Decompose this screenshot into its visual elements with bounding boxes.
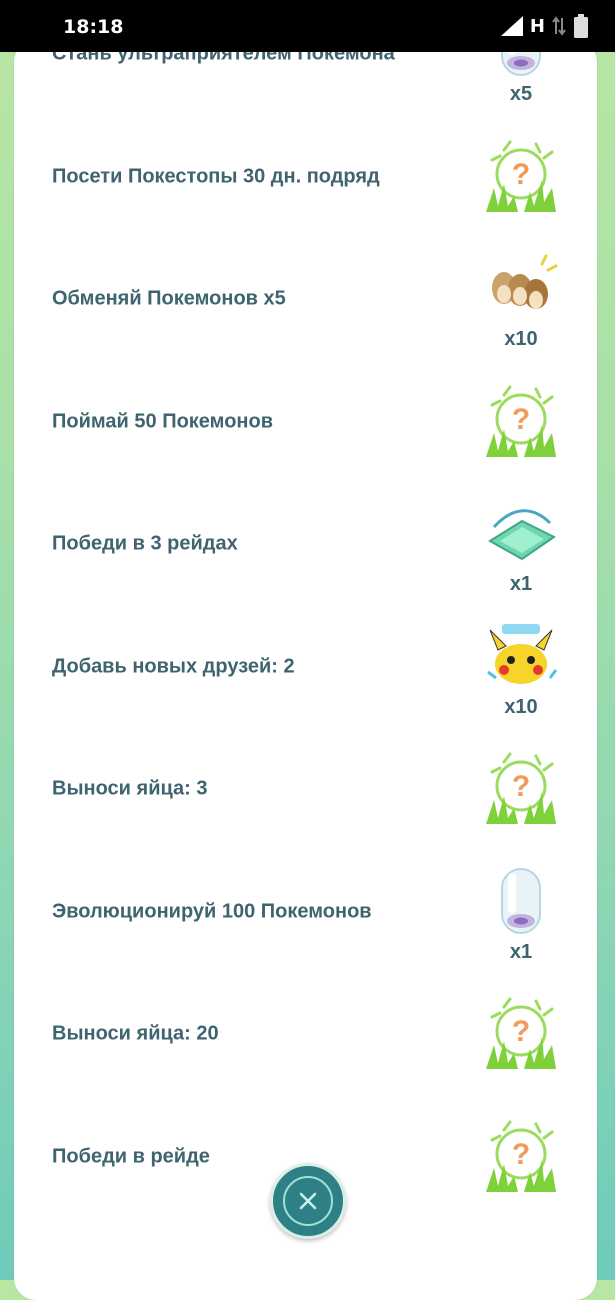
mystery-grass-icon: ? [486, 385, 556, 457]
data-transfer-icon [552, 16, 566, 36]
incubator-icon [501, 867, 541, 934]
task-label: Выноси яйца: 3 [52, 777, 208, 800]
status-bar: 18:18 H [0, 0, 615, 52]
task-reward: x10 [480, 606, 562, 728]
reward-count: x1 [509, 940, 533, 963]
task-row[interactable]: Эволюционируй 100 Покемонов x1 [14, 851, 597, 973]
status-icons: H [500, 14, 589, 38]
status-time: 18:18 [63, 16, 124, 38]
task-label: Победи в 3 рейдах [52, 532, 238, 555]
mystery-grass-icon: ? [486, 1120, 556, 1192]
reward-count: x1 [509, 573, 533, 595]
task-label: Поймай 50 Покемонов [52, 410, 273, 432]
task-reward: x1 [480, 851, 562, 973]
task-row[interactable]: Победи в 3 рейдах x1 [14, 483, 597, 605]
mystery-grass-icon: ? [486, 140, 556, 212]
network-type: H [529, 15, 545, 37]
task-list-card[interactable]: Стань ультраприятелем Покемона x5 Посети … [14, 10, 597, 1300]
raid-pass-icon [488, 509, 556, 561]
task-label: Посети Покестопы 30 дн. подряд [52, 165, 380, 187]
svg-text:?: ? [512, 1138, 530, 1171]
task-row[interactable]: Выноси яйца: 20 ? [14, 973, 597, 1095]
close-icon [299, 1192, 317, 1210]
battery-icon [574, 14, 588, 38]
task-reward: ? [480, 361, 562, 483]
task-row[interactable]: Поймай 50 Покемонов ? [14, 361, 597, 483]
task-label: Победи в рейде [52, 1145, 210, 1167]
svg-text:?: ? [512, 403, 530, 436]
signal-icon [500, 16, 523, 36]
task-label: Выноси яйца: 20 [52, 1022, 219, 1045]
reward-count: x10 [504, 328, 538, 350]
task-row[interactable]: Обменяй Покемонов x5 x10 [14, 238, 597, 360]
svg-text:?: ? [512, 770, 530, 803]
task-reward: ? [480, 116, 562, 238]
task-row[interactable]: Посети Покестопы 30 дн. подряд ? [14, 116, 597, 238]
task-label: Добавь новых друзей: 2 [52, 655, 295, 677]
task-label: Эволюционируй 100 Покемонов [52, 900, 372, 922]
reward-count: x5 [509, 83, 533, 105]
mystery-grass-icon: ? [486, 997, 556, 1069]
task-reward: ? [480, 728, 562, 850]
task-row[interactable]: Выноси яйца: 3 ? [14, 728, 597, 850]
close-button[interactable] [270, 1163, 346, 1239]
task-reward: x1 [480, 483, 562, 605]
pikachu-icon [487, 623, 558, 684]
mystery-grass-icon: ? [486, 752, 556, 824]
pidgey-group-icon [492, 254, 558, 309]
svg-text:?: ? [512, 158, 530, 191]
task-reward: x10 [480, 238, 562, 360]
svg-text:?: ? [512, 1015, 530, 1048]
task-reward: ? [480, 973, 562, 1095]
task-row[interactable]: Добавь новых друзей: 2 x10 [14, 606, 597, 728]
task-label: Обменяй Покемонов x5 [52, 287, 286, 310]
task-reward: ? [480, 1096, 562, 1218]
reward-count: x10 [504, 695, 538, 718]
